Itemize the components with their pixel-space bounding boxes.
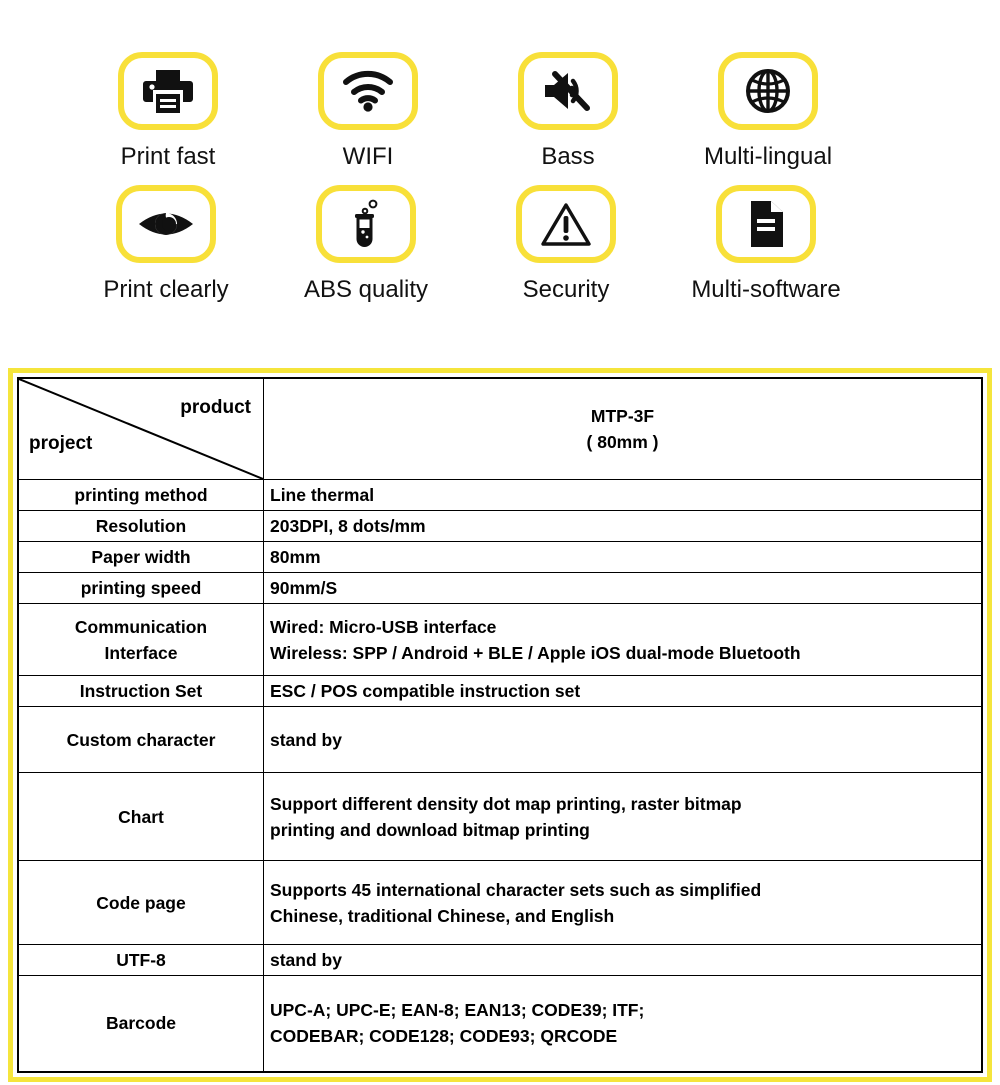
model-name: MTP-3F: [590, 406, 655, 426]
corner-project-label: project: [29, 433, 93, 454]
table-row: UTF-8 stand by: [17, 944, 983, 976]
speaker-mute-icon-box: [518, 52, 618, 130]
globe-icon: [744, 67, 792, 115]
row-value-line: Chinese, traditional Chinese, and Englis…: [270, 905, 615, 926]
row-label: printing method: [17, 479, 264, 511]
row-value-line: Supports 45 international character sets…: [270, 879, 762, 900]
feature-row-1: Print fast WIFI Bass Multi-lingual: [0, 52, 1000, 171]
row-value-line: Wired: Micro-USB interface: [270, 616, 497, 637]
feature-bass: Bass: [468, 52, 668, 171]
feature-label: Print clearly: [103, 276, 229, 303]
speaker-mute-icon: [541, 68, 595, 114]
row-label: Code page: [17, 860, 264, 945]
row-value-line: 90mm/S: [270, 578, 338, 598]
row-value-line: stand by: [270, 729, 342, 750]
eye-icon-box: [116, 185, 216, 263]
feature-multi-software: Multi-software: [666, 185, 866, 304]
row-value: UPC-A; UPC-E; EAN-8; EAN13; CODE39; ITF;…: [263, 975, 983, 1072]
row-value: Supports 45 international character sets…: [263, 860, 983, 945]
table-row: Chart Support different density dot map …: [17, 772, 983, 861]
feature-security: Security: [466, 185, 666, 304]
spec-table: product project MTP-3F ( 80mm ) printing…: [17, 377, 983, 1073]
feature-abs-quality: ABS quality: [266, 185, 466, 304]
row-label-line: Communication: [74, 616, 208, 637]
row-value-line: 203DPI, 8 dots/mm: [270, 516, 426, 536]
row-value: 80mm: [263, 541, 983, 573]
row-value-line: Line thermal: [270, 485, 375, 505]
warning-triangle-icon-box: [516, 185, 616, 263]
test-tube-icon-box: [316, 185, 416, 263]
row-value-line: Wireless: SPP / Android + BLE / Apple iO…: [270, 642, 801, 663]
row-label: Chart: [17, 772, 264, 861]
row-value: stand by: [263, 706, 983, 773]
feature-label: Bass: [541, 143, 595, 170]
row-value: 90mm/S: [263, 572, 983, 604]
document-icon-box: [716, 185, 816, 263]
document-icon: [745, 199, 787, 249]
feature-wifi: WIFI: [268, 52, 468, 171]
row-label-line: Interface: [104, 642, 178, 663]
feature-label: ABS quality: [303, 276, 429, 303]
feature-label: WIFI: [342, 143, 394, 170]
table-row: Resolution 203DPI, 8 dots/mm: [17, 510, 983, 542]
row-value: ESC / POS compatible instruction set: [263, 675, 983, 707]
table-row: Communication Interface Wired: Micro-USB…: [17, 603, 983, 676]
table-header-row: product project MTP-3F ( 80mm ): [17, 377, 983, 480]
row-label: Custom character: [17, 706, 264, 773]
row-value-line: Support different density dot map printi…: [270, 793, 742, 814]
row-value-line: ESC / POS compatible instruction set: [270, 681, 581, 701]
table-row: printing method Line thermal: [17, 479, 983, 511]
table-row: Custom character stand by: [17, 706, 983, 773]
spec-table-frame: product project MTP-3F ( 80mm ) printing…: [8, 368, 992, 1082]
row-value-line: 80mm: [270, 547, 321, 567]
feature-label: Multi-lingual: [703, 143, 833, 170]
table-row: Barcode UPC-A; UPC-E; EAN-8; EAN13; CODE…: [17, 975, 983, 1072]
row-value: Line thermal: [263, 479, 983, 511]
row-value-line: CODEBAR; CODE128; CODE93; QRCODE: [270, 1026, 618, 1047]
row-value-line: stand by: [270, 950, 342, 970]
spec-table-body: product project MTP-3F ( 80mm ) printing…: [17, 377, 983, 1072]
corner-product-label: product: [180, 397, 251, 418]
feature-multi-lingual: Multi-lingual: [668, 52, 868, 171]
row-value: Wired: Micro-USB interface Wireless: SPP…: [263, 603, 983, 676]
wifi-icon: [342, 69, 394, 113]
row-value: Support different density dot map printi…: [263, 772, 983, 861]
wifi-icon-box: [318, 52, 418, 130]
row-label: Barcode: [17, 975, 264, 1072]
feature-row-2: Print clearly ABS quality Security Multi…: [0, 185, 1000, 304]
feature-print-fast: Print fast: [68, 52, 268, 171]
printer-icon-box: [118, 52, 218, 130]
header-corner-cell: product project: [17, 377, 264, 480]
row-label: printing speed: [17, 572, 264, 604]
feature-print-clearly: Print clearly: [66, 185, 266, 304]
row-value: 203DPI, 8 dots/mm: [263, 510, 983, 542]
feature-label: Security: [522, 276, 610, 303]
diagonal-divider-icon: [19, 379, 263, 479]
feature-label: Multi-software: [691, 276, 841, 303]
row-label: Communication Interface: [17, 603, 264, 676]
feature-label: Print fast: [120, 143, 216, 170]
feature-grid: Print fast WIFI Bass Multi-lingual Print…: [0, 0, 1000, 304]
table-row: Paper width 80mm: [17, 541, 983, 573]
table-row: Instruction Set ESC / POS compatible ins…: [17, 675, 983, 707]
model-header-cell: MTP-3F ( 80mm ): [263, 377, 983, 480]
row-value-line: printing and download bitmap printing: [270, 819, 590, 840]
row-label: Instruction Set: [17, 675, 264, 707]
eye-icon: [137, 205, 195, 243]
row-label: Paper width: [17, 541, 264, 573]
printer-icon: [142, 67, 194, 115]
table-row: Code page Supports 45 international char…: [17, 860, 983, 945]
test-tube-icon: [346, 199, 386, 249]
row-label: UTF-8: [17, 944, 264, 976]
globe-icon-box: [718, 52, 818, 130]
warning-triangle-icon: [540, 201, 592, 247]
model-paper-width: ( 80mm ): [586, 432, 659, 452]
row-label: Resolution: [17, 510, 264, 542]
row-value: stand by: [263, 944, 983, 976]
table-row: printing speed 90mm/S: [17, 572, 983, 604]
row-value-line: UPC-A; UPC-E; EAN-8; EAN13; CODE39; ITF;: [270, 1000, 645, 1021]
